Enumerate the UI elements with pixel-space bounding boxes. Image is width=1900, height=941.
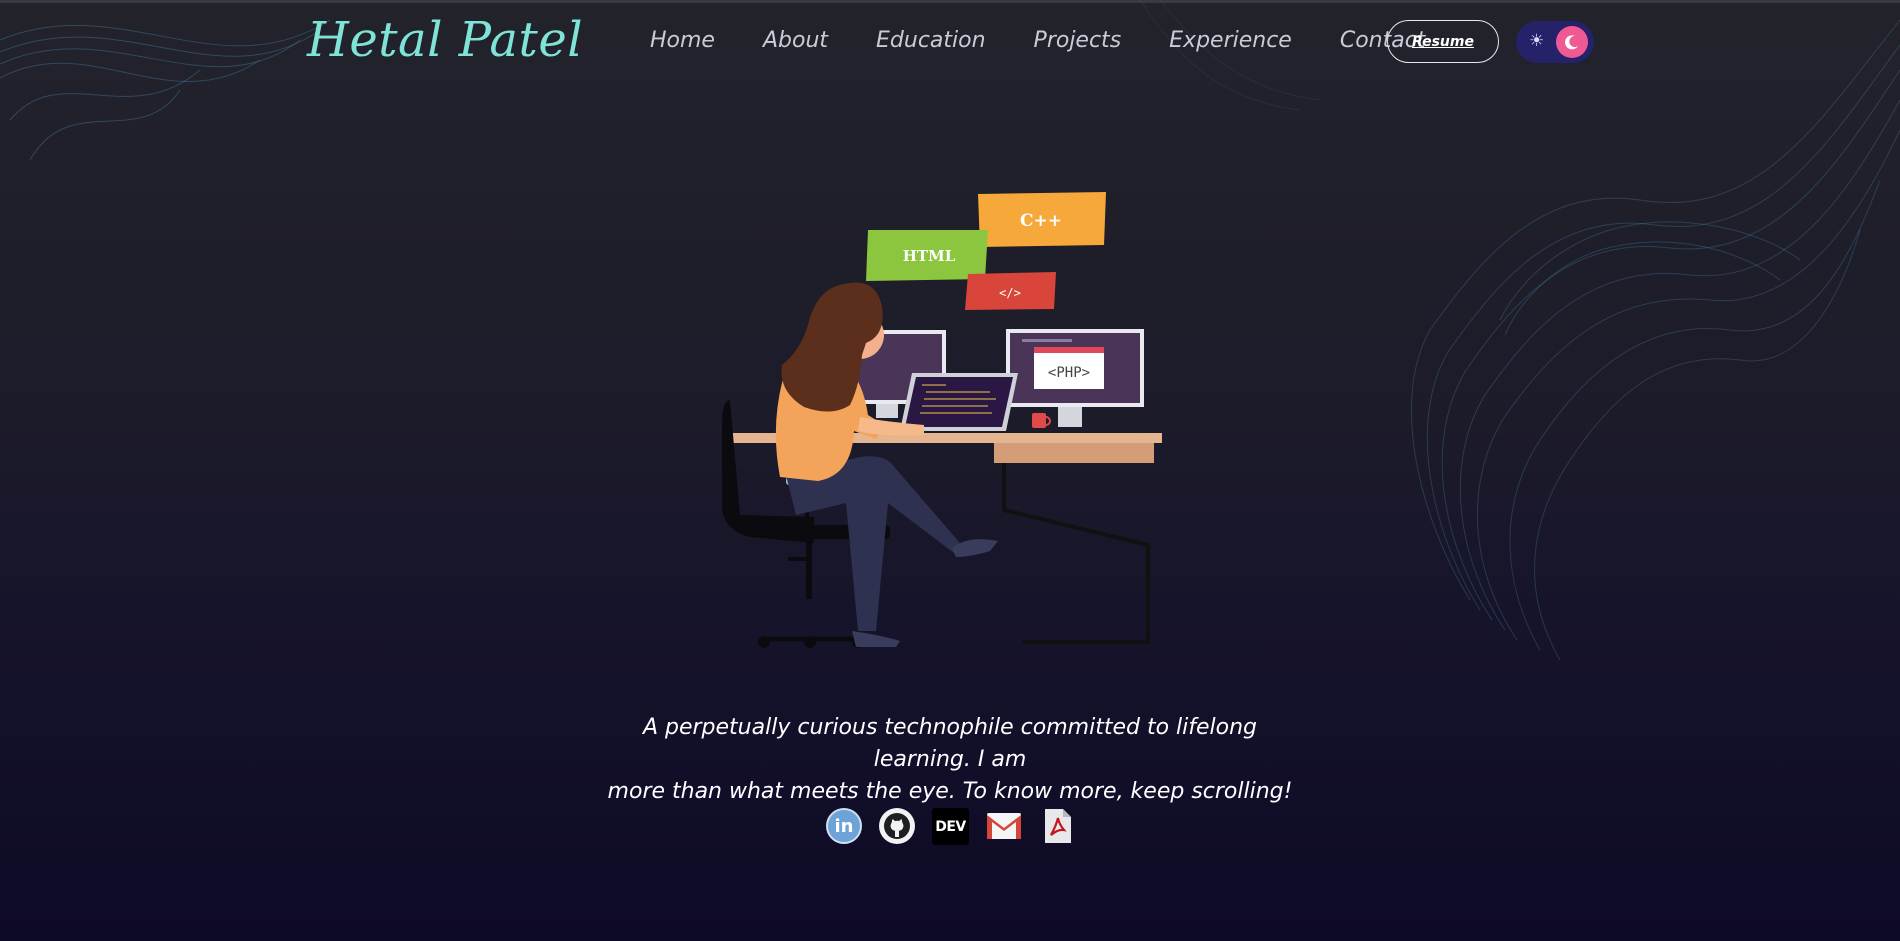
site-logo[interactable]: Hetal Patel <box>307 12 583 68</box>
tagline-line-1: A perpetually curious technophile commit… <box>642 715 1258 772</box>
nav-education[interactable]: Education <box>876 28 986 53</box>
github-icon[interactable] <box>879 808 915 844</box>
moon-icon <box>1556 26 1588 58</box>
developer-illustration: C++ HTML </> <PHP> <box>722 192 1162 648</box>
hero-tagline: A perpetually curious technophile commit… <box>600 712 1300 808</box>
php-tag-label: <PHP> <box>1048 365 1090 381</box>
pdf-resume-icon[interactable] <box>1039 808 1075 844</box>
tagline-line-2: more than what meets the eye. To know mo… <box>607 779 1293 804</box>
nav-about[interactable]: About <box>763 28 828 53</box>
dev-to-icon[interactable]: DEV <box>932 808 969 845</box>
cpp-tag-label: C++ <box>1020 211 1062 231</box>
linkedin-icon[interactable]: in <box>826 808 862 844</box>
sun-icon: ☀ <box>1529 31 1545 51</box>
nav-experience[interactable]: Experience <box>1169 28 1292 53</box>
html-tag-label: HTML <box>903 247 956 265</box>
site-header: Hetal Patel Home About Education Project… <box>0 0 1900 90</box>
gmail-icon[interactable] <box>986 808 1022 844</box>
social-links: in DEV <box>826 808 1075 845</box>
resume-button[interactable]: Resume <box>1387 20 1499 63</box>
dev-label: DEV <box>935 818 966 835</box>
nav-projects[interactable]: Projects <box>1034 28 1122 53</box>
nav-home[interactable]: Home <box>650 28 715 53</box>
main-nav: Home About Education Projects Experience… <box>650 28 1473 53</box>
linkedin-label: in <box>834 815 854 837</box>
code-tag-label: </> <box>999 286 1021 300</box>
theme-toggle[interactable]: ☀ <box>1516 21 1594 63</box>
